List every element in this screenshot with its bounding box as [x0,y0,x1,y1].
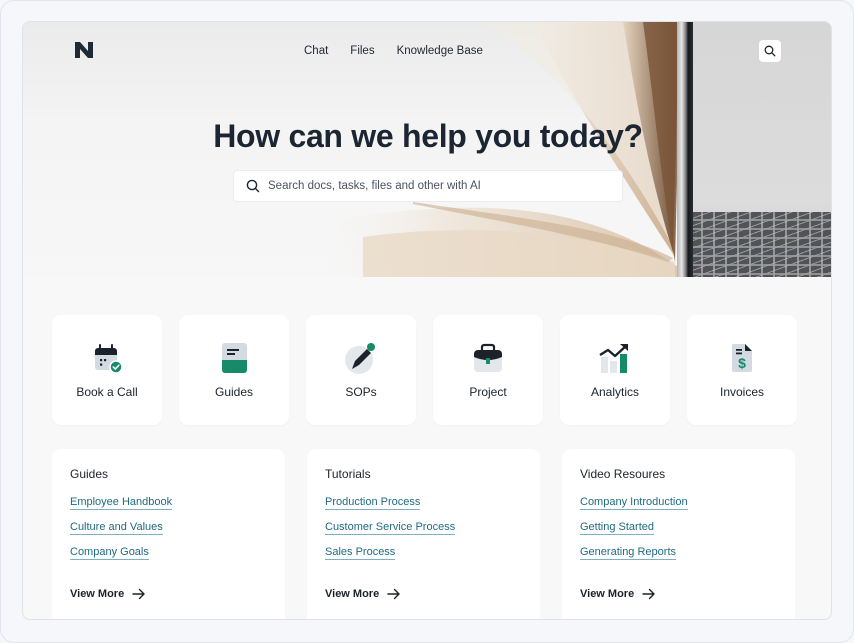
link-getting-started[interactable]: Getting Started [580,521,654,535]
app-window: Chat Files Knowledge Base How can we hel… [22,21,832,620]
arrow-right-icon [642,588,655,600]
link-generating-reports[interactable]: Generating Reports [580,546,676,560]
card-video-resources: Video Resoures Company Introduction Gett… [562,449,795,619]
logo-icon[interactable] [75,42,93,58]
tile-analytics[interactable]: Analytics [560,315,670,425]
view-more-label: View More [70,588,125,600]
tile-book-a-call[interactable]: Book a Call [52,315,162,425]
nav-link-files[interactable]: Files [350,44,374,58]
card-tutorials: Tutorials Production Process Customer Se… [307,449,540,619]
invoice-dollar-icon: $ [732,344,752,372]
link-production-process[interactable]: Production Process [325,496,421,510]
calendar-check-icon [95,344,123,374]
main-nav: Chat Files Knowledge Base [304,44,483,58]
tile-label: SOPs [345,385,377,399]
view-more-tutorials[interactable]: View More [325,588,401,600]
quick-access-tiles: Book a Call Guides SOPs Project Analytic… [52,315,797,425]
tile-invoices[interactable]: $ Invoices [687,315,797,425]
card-title: Video Resoures [580,467,666,481]
svg-text:$: $ [738,355,746,371]
ai-search-input[interactable] [268,180,608,192]
view-more-label: View More [580,588,635,600]
tile-guides[interactable]: Guides [179,315,289,425]
book-icon [222,343,247,373]
link-company-introduction[interactable]: Company Introduction [580,496,688,510]
ai-search-bar[interactable] [233,170,623,202]
link-employee-handbook[interactable]: Employee Handbook [70,496,173,510]
tile-label: Invoices [719,385,765,399]
tile-label: Guides [214,385,254,399]
chart-trend-icon [599,344,628,373]
header-search-button[interactable] [759,40,781,62]
view-more-video-resources[interactable]: View More [580,588,656,600]
link-culture-and-values[interactable]: Culture and Values [70,521,163,535]
tile-sops[interactable]: SOPs [306,315,416,425]
link-sales-process[interactable]: Sales Process [325,546,396,560]
nav-link-knowledge-base[interactable]: Knowledge Base [397,44,483,58]
briefcase-icon [474,343,502,372]
view-more-guides[interactable]: View More [70,588,146,600]
arrow-right-icon [387,588,400,600]
tile-label: Project [469,385,507,399]
resource-cards: Guides Employee Handbook Culture and Val… [52,449,795,619]
view-more-label: View More [325,588,380,600]
link-company-goals[interactable]: Company Goals [70,546,149,560]
pen-icon [345,343,375,374]
tile-project[interactable]: Project [433,315,543,425]
link-customer-service-process[interactable]: Customer Service Process [325,521,456,535]
search-icon [246,179,260,193]
search-icon [764,45,776,57]
nav-link-chat[interactable]: Chat [304,44,328,58]
tile-label: Book a Call [76,385,138,399]
tile-label: Analytics [590,385,640,399]
hero-title: How can we help you today? [213,118,643,154]
card-title: Guides [70,467,109,481]
card-title: Tutorials [325,467,371,481]
card-guides: Guides Employee Handbook Culture and Val… [52,449,285,619]
keyboard-rows [691,212,831,277]
arrow-right-icon [132,588,145,600]
hero-banner: Chat Files Knowledge Base How can we hel… [23,22,831,277]
